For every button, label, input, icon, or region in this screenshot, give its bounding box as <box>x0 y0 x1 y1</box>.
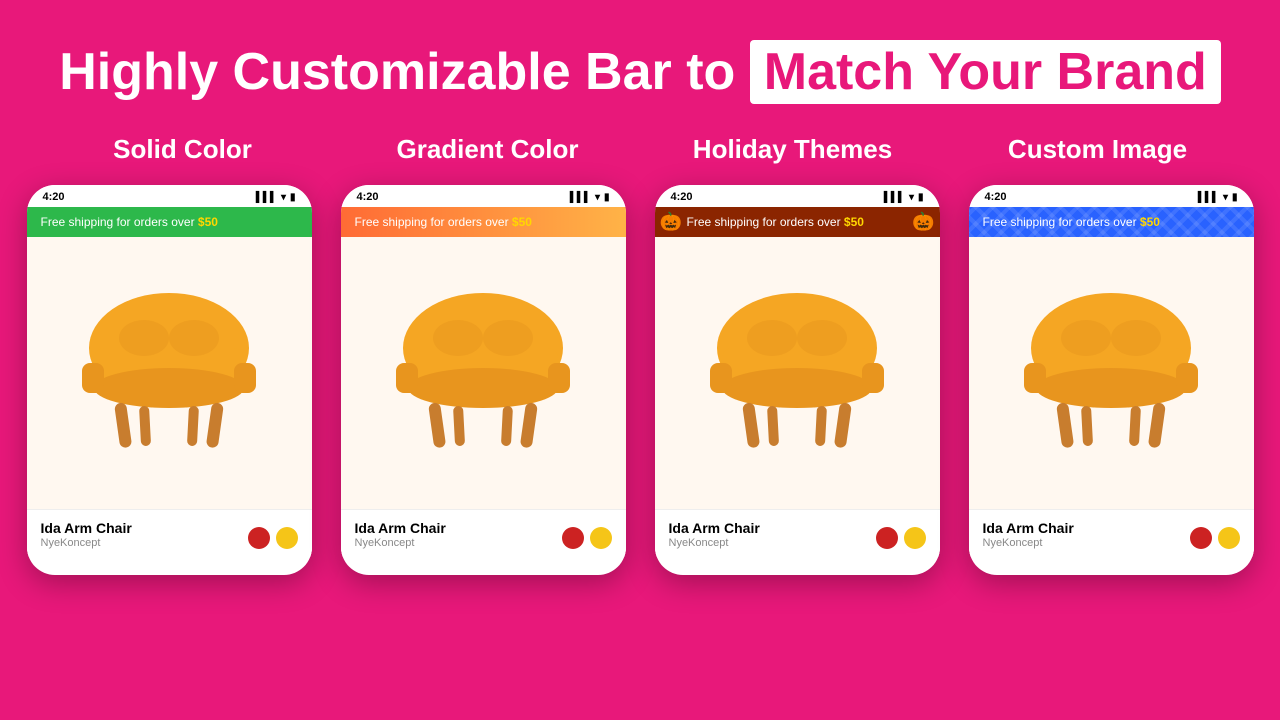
time-custom: 4:20 <box>985 191 1007 203</box>
categories-row: Solid Color Gradient Color Holiday Theme… <box>0 124 1280 185</box>
status-icons-custom: ▌▌▌ ▾ ▮ <box>1198 192 1238 203</box>
chair-svg-gradient <box>378 273 588 473</box>
price-solid: $50 <box>198 215 218 229</box>
phone-footer-holiday: Ida Arm Chair NyeKoncept <box>655 509 940 557</box>
wifi-icon-h: ▾ <box>909 192 914 203</box>
dot-yellow-gradient <box>590 527 612 549</box>
product-name-gradient: Ida Arm Chair <box>355 520 446 536</box>
time-gradient: 4:20 <box>357 191 379 203</box>
footer-row-holiday: Ida Arm Chair NyeKoncept <box>669 520 926 549</box>
signal-icon-g: ▌▌▌ <box>570 192 591 203</box>
product-name-solid: Ida Arm Chair <box>41 520 132 536</box>
battery-icon-c: ▮ <box>1232 192 1238 203</box>
brand-name-solid: NyeKoncept <box>41 537 132 549</box>
price-holiday: $50 <box>844 215 864 229</box>
phone-gradient: 4:20 ▌▌▌ ▾ ▮ Free shipping for orders ov… <box>341 185 626 575</box>
footer-row-gradient: Ida Arm Chair NyeKoncept <box>355 520 612 549</box>
phone-footer-custom: Ida Arm Chair NyeKoncept <box>969 509 1254 557</box>
chair-svg-custom <box>1006 273 1216 473</box>
footer-row-custom: Ida Arm Chair NyeKoncept <box>983 520 1240 549</box>
battery-icon-g: ▮ <box>604 192 610 203</box>
header-main-text: Highly Customizable Bar to <box>59 43 735 101</box>
color-dots-holiday <box>876 527 926 549</box>
dot-red-gradient <box>562 527 584 549</box>
dot-yellow-solid <box>276 527 298 549</box>
battery-icon: ▮ <box>290 192 296 203</box>
signal-icon-h: ▌▌▌ <box>884 192 905 203</box>
status-bar-gradient: 4:20 ▌▌▌ ▾ ▮ <box>341 185 626 207</box>
time-holiday: 4:20 <box>671 191 693 203</box>
phone-content-holiday: Ida Arm Chair NyeKoncept <box>655 237 940 557</box>
dot-red-custom <box>1190 527 1212 549</box>
category-gradient: Gradient Color <box>335 134 640 165</box>
status-bar-custom: 4:20 ▌▌▌ ▾ ▮ <box>969 185 1254 207</box>
header-highlight-text: Match Your Brand <box>750 40 1221 104</box>
notification-bar-custom: Free shipping for orders over $50 <box>969 207 1254 237</box>
notification-bar-solid: Free shipping for orders over $50 <box>27 207 312 237</box>
status-bar-holiday: 4:20 ▌▌▌ ▾ ▮ <box>655 185 940 207</box>
header: Highly Customizable Bar to Match Your Br… <box>0 0 1280 124</box>
brand-name-custom: NyeKoncept <box>983 537 1074 549</box>
phone-footer-solid: Ida Arm Chair NyeKoncept <box>27 509 312 557</box>
dot-yellow-custom <box>1218 527 1240 549</box>
chair-svg-solid <box>64 273 274 473</box>
chair-image-solid <box>27 237 312 509</box>
signal-icon-c: ▌▌▌ <box>1198 192 1219 203</box>
phone-footer-gradient: Ida Arm Chair NyeKoncept <box>341 509 626 557</box>
brand-name-holiday: NyeKoncept <box>669 537 760 549</box>
battery-icon-h: ▮ <box>918 192 924 203</box>
signal-icon: ▌▌▌ <box>256 192 277 203</box>
phones-row: 4:20 ▌▌▌ ▾ ▮ Free shipping for orders ov… <box>0 185 1280 575</box>
brand-name-gradient: NyeKoncept <box>355 537 446 549</box>
chair-image-gradient <box>341 237 626 509</box>
category-custom: Custom Image <box>945 134 1250 165</box>
wifi-icon-c: ▾ <box>1223 192 1228 203</box>
time-solid: 4:20 <box>43 191 65 203</box>
status-bar-solid: 4:20 ▌▌▌ ▾ ▮ <box>27 185 312 207</box>
phone-content-custom: Ida Arm Chair NyeKoncept <box>969 237 1254 557</box>
price-gradient: $50 <box>512 215 532 229</box>
dot-red-solid <box>248 527 270 549</box>
status-icons-solid: ▌▌▌ ▾ ▮ <box>256 192 296 203</box>
wifi-icon-g: ▾ <box>595 192 600 203</box>
color-dots-custom <box>1190 527 1240 549</box>
product-info-solid: Ida Arm Chair NyeKoncept <box>41 520 132 549</box>
product-name-holiday: Ida Arm Chair <box>669 520 760 536</box>
product-info-custom: Ida Arm Chair NyeKoncept <box>983 520 1074 549</box>
phone-content-gradient: Ida Arm Chair NyeKoncept <box>341 237 626 557</box>
status-icons-holiday: ▌▌▌ ▾ ▮ <box>884 192 924 203</box>
color-dots-solid <box>248 527 298 549</box>
color-dots-gradient <box>562 527 612 549</box>
product-info-holiday: Ida Arm Chair NyeKoncept <box>669 520 760 549</box>
chair-image-holiday <box>655 237 940 509</box>
phone-solid: 4:20 ▌▌▌ ▾ ▮ Free shipping for orders ov… <box>27 185 312 575</box>
chair-image-custom <box>969 237 1254 509</box>
category-holiday: Holiday Themes <box>640 134 945 165</box>
footer-row-solid: Ida Arm Chair NyeKoncept <box>41 520 298 549</box>
category-solid: Solid Color <box>30 134 335 165</box>
phone-custom: 4:20 ▌▌▌ ▾ ▮ Free shipping for orders ov… <box>969 185 1254 575</box>
dot-red-holiday <box>876 527 898 549</box>
phone-content-solid: Ida Arm Chair NyeKoncept <box>27 237 312 557</box>
status-icons-gradient: ▌▌▌ ▾ ▮ <box>570 192 610 203</box>
notification-bar-gradient: Free shipping for orders over $50 <box>341 207 626 237</box>
product-info-gradient: Ida Arm Chair NyeKoncept <box>355 520 446 549</box>
dot-yellow-holiday <box>904 527 926 549</box>
wifi-icon: ▾ <box>281 192 286 203</box>
chair-svg-holiday <box>692 273 902 473</box>
phone-holiday: 4:20 ▌▌▌ ▾ ▮ Free shipping for orders ov… <box>655 185 940 575</box>
notification-bar-holiday: Free shipping for orders over $50 <box>655 207 940 237</box>
product-name-custom: Ida Arm Chair <box>983 520 1074 536</box>
price-custom: $50 <box>1140 215 1160 229</box>
